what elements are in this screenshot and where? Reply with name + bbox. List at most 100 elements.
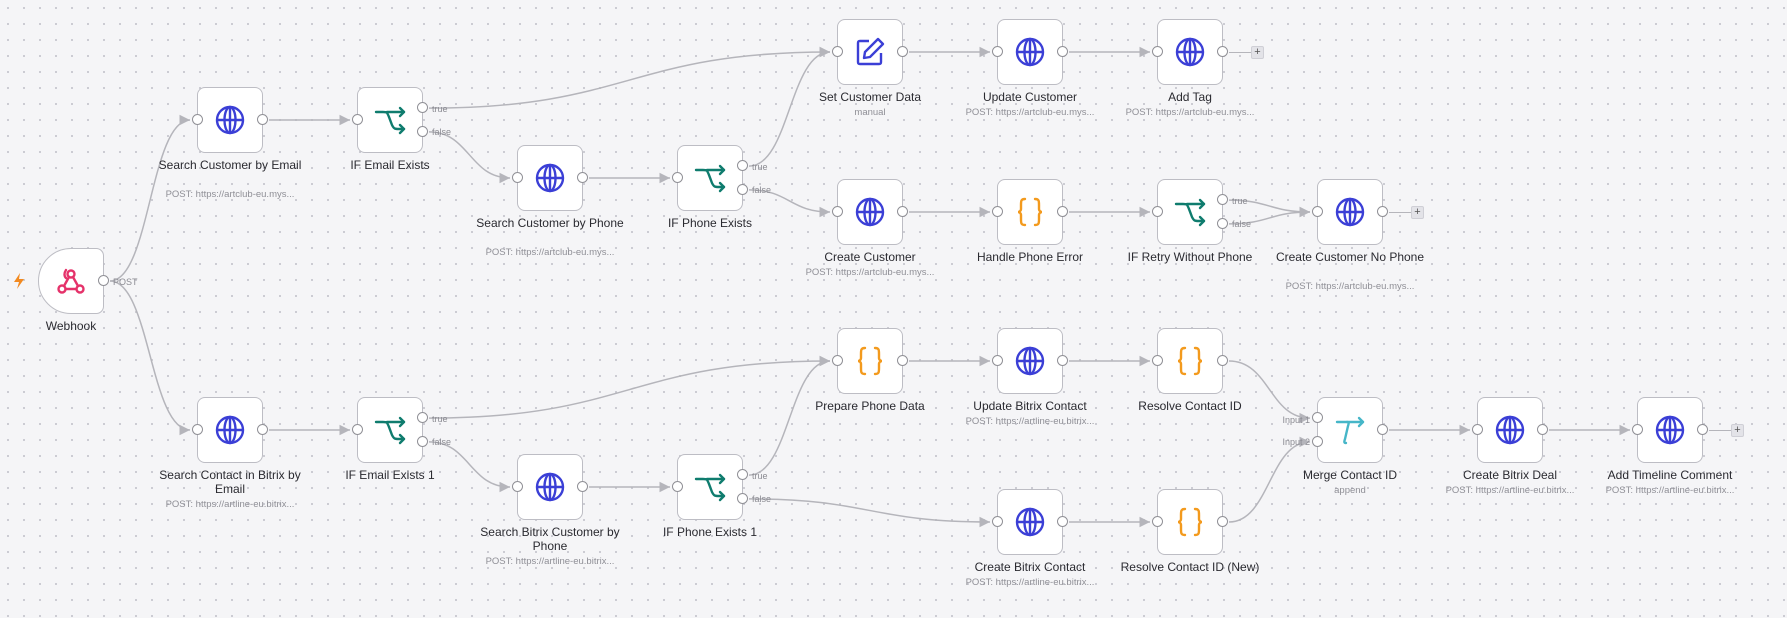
node-title: Prepare Phone Data bbox=[815, 399, 925, 413]
output-handle[interactable] bbox=[1537, 424, 1548, 435]
input-handle[interactable] bbox=[992, 355, 1003, 366]
output-handle[interactable] bbox=[577, 481, 588, 492]
input-handle[interactable] bbox=[1312, 435, 1323, 447]
input-label: Input 2 bbox=[1282, 437, 1310, 447]
output-handle-false[interactable] bbox=[1217, 217, 1228, 229]
input-handle[interactable] bbox=[512, 481, 523, 492]
input-handle[interactable] bbox=[1472, 424, 1483, 435]
input-handle[interactable] bbox=[832, 355, 843, 366]
node-create-bitrix[interactable] bbox=[992, 489, 1068, 555]
node-create-customer[interactable] bbox=[832, 179, 908, 245]
node-update-bitrix[interactable] bbox=[992, 328, 1068, 394]
input-handle[interactable] bbox=[1632, 424, 1643, 435]
node-title: Merge Contact ID bbox=[1302, 468, 1398, 482]
node-resolve-id[interactable] bbox=[1152, 328, 1228, 394]
output-handle[interactable] bbox=[257, 424, 268, 435]
node-create-deal[interactable] bbox=[1472, 397, 1548, 463]
input-handle[interactable] bbox=[512, 172, 523, 183]
branch-label-false: false bbox=[432, 127, 452, 137]
connection-if-phone-1-to-prepare-phone[interactable] bbox=[748, 355, 831, 476]
add-node-button[interactable]: + bbox=[1251, 46, 1264, 59]
output-handle-false[interactable] bbox=[417, 435, 428, 447]
output-handle[interactable] bbox=[1057, 46, 1068, 57]
node-search-bitrix-email[interactable] bbox=[192, 397, 268, 463]
branch-label-false: false bbox=[752, 494, 772, 504]
output-handle[interactable] bbox=[897, 355, 908, 366]
node-prepare-phone[interactable] bbox=[832, 328, 908, 394]
input-handle[interactable] bbox=[1312, 412, 1323, 424]
input-handle[interactable] bbox=[1152, 355, 1163, 366]
connection-webhook-to-search-email[interactable] bbox=[109, 114, 191, 282]
node-title: Resolve Contact ID bbox=[1138, 399, 1242, 413]
output-handle[interactable] bbox=[257, 114, 268, 125]
node-subtitle: POST: https://artclub-eu.mys... bbox=[165, 189, 295, 200]
output-handle[interactable] bbox=[1057, 516, 1068, 527]
node-search-bitrix-phone[interactable] bbox=[512, 454, 588, 520]
output-handle[interactable] bbox=[1217, 355, 1228, 366]
input-handle[interactable] bbox=[672, 172, 683, 183]
node-title: Handle Phone Error bbox=[976, 250, 1084, 264]
node-handle-phone-error[interactable] bbox=[992, 179, 1068, 245]
node-subtitle: POST: https://artline-eu.bitrix... bbox=[1605, 485, 1735, 496]
input-handle[interactable] bbox=[1152, 206, 1163, 217]
node-resolve-id-new[interactable] bbox=[1152, 489, 1228, 555]
node-if-phone-1[interactable]: true false bbox=[672, 454, 771, 520]
node-search-email[interactable] bbox=[192, 87, 268, 153]
output-handle[interactable] bbox=[1057, 206, 1068, 217]
output-handle[interactable] bbox=[897, 46, 908, 57]
node-subtitle: manual bbox=[854, 107, 886, 118]
output-handle-false[interactable] bbox=[737, 183, 748, 195]
code-icon bbox=[853, 344, 887, 378]
node-search-phone[interactable] bbox=[512, 145, 588, 211]
input-handle[interactable] bbox=[832, 206, 843, 217]
node-merge[interactable]: Input 1 Input 2 bbox=[1282, 397, 1388, 463]
node-title: IF Phone Exists 1 bbox=[662, 525, 758, 539]
output-handle[interactable] bbox=[98, 275, 109, 286]
add-node-button[interactable]: + bbox=[1411, 206, 1424, 219]
if-icon bbox=[373, 103, 407, 137]
output-handle-false[interactable] bbox=[737, 492, 748, 504]
input-handle[interactable] bbox=[1152, 516, 1163, 527]
node-webhook[interactable]: POST bbox=[38, 248, 138, 314]
globe-icon bbox=[213, 103, 247, 137]
input-handle[interactable] bbox=[1312, 206, 1323, 217]
output-handle[interactable] bbox=[1697, 424, 1708, 435]
output-handle[interactable] bbox=[1377, 424, 1388, 435]
input-handle[interactable] bbox=[992, 516, 1003, 527]
input-handle[interactable] bbox=[352, 424, 363, 435]
output-handle[interactable] bbox=[1057, 355, 1068, 366]
if-icon bbox=[1173, 195, 1207, 229]
output-handle[interactable] bbox=[897, 206, 908, 217]
add-node-button[interactable]: + bbox=[1731, 424, 1744, 437]
output-handle[interactable] bbox=[1217, 516, 1228, 527]
input-handle[interactable] bbox=[1152, 46, 1163, 57]
node-if-email-1[interactable]: true false bbox=[352, 397, 451, 463]
output-handle[interactable] bbox=[577, 172, 588, 183]
if-icon bbox=[693, 470, 727, 504]
node-add-comment[interactable] bbox=[1632, 397, 1708, 463]
connection-webhook-to-search-bitrix-email[interactable] bbox=[109, 280, 191, 436]
node-create-no-phone[interactable] bbox=[1312, 179, 1388, 245]
node-update-customer[interactable] bbox=[992, 19, 1068, 85]
input-handle[interactable] bbox=[992, 206, 1003, 217]
connection-if-email-to-set-data[interactable] bbox=[428, 46, 831, 109]
node-if-phone[interactable]: true false bbox=[672, 145, 771, 211]
node-title: Create Customer bbox=[824, 250, 916, 264]
input-handle[interactable] bbox=[352, 114, 363, 125]
output-handle[interactable] bbox=[1377, 206, 1388, 217]
input-handle[interactable] bbox=[992, 46, 1003, 57]
input-handle[interactable] bbox=[192, 424, 203, 435]
node-add-tag[interactable] bbox=[1152, 19, 1228, 85]
input-handle[interactable] bbox=[192, 114, 203, 125]
connection-if-email-1-to-prepare-phone[interactable] bbox=[428, 355, 831, 419]
node-title: Add Timeline Comment bbox=[1607, 468, 1733, 482]
node-if-retry[interactable]: true false bbox=[1152, 179, 1251, 245]
node-title: Search Customer by Email bbox=[158, 158, 302, 172]
output-handle-false[interactable] bbox=[417, 125, 428, 137]
node-if-email[interactable]: true false bbox=[352, 87, 451, 153]
output-handle[interactable] bbox=[1217, 46, 1228, 57]
input-handle[interactable] bbox=[832, 46, 843, 57]
connection-if-phone-1-to-create-bitrix[interactable] bbox=[748, 498, 991, 528]
input-handle[interactable] bbox=[672, 481, 683, 492]
node-set-data[interactable] bbox=[832, 19, 908, 85]
